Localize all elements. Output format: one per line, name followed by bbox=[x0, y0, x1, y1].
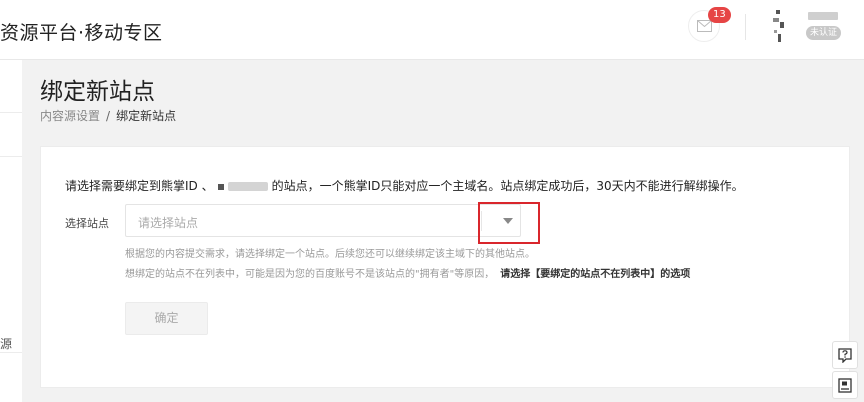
help-button[interactable] bbox=[832, 341, 858, 369]
hint-text-2-body: 想绑定的站点不在列表中，可能是因为您的百度账号不是该站点的"拥有者"等原因， bbox=[125, 269, 495, 280]
site-select-placeholder: 请选择站点 bbox=[138, 216, 199, 230]
feedback-button[interactable] bbox=[832, 371, 858, 399]
help-icon bbox=[838, 348, 852, 363]
dropdown-highlight-box bbox=[478, 202, 540, 244]
sidebar-edge: 源 bbox=[0, 60, 22, 402]
confirm-button[interactable]: 确定 bbox=[125, 302, 208, 335]
message-count-badge[interactable]: 13 bbox=[708, 7, 731, 23]
breadcrumb-parent-link[interactable]: 内容源设置 bbox=[40, 109, 100, 123]
mail-icon bbox=[697, 20, 712, 32]
avatar[interactable] bbox=[770, 10, 790, 42]
sidebar-item-label-fragment[interactable]: 源 bbox=[0, 335, 12, 352]
header-divider bbox=[745, 14, 746, 40]
brand-title[interactable]: 资源平台·移动专区 bbox=[0, 18, 163, 45]
feedback-icon bbox=[838, 378, 852, 393]
page-title: 绑定新站点 bbox=[40, 79, 155, 105]
hint-text-2: 想绑定的站点不在列表中，可能是因为您的百度账号不是该站点的"拥有者"等原因， 请选… bbox=[125, 265, 690, 280]
hint-text-1: 根据您的内容提交需求，请选择绑定一个站点。后续您还可以继续绑定该主域下的其他站点… bbox=[125, 249, 535, 260]
redacted-id-dot bbox=[217, 183, 224, 190]
intro-text: 请选择需要绑定到熊掌ID 、 的站点，一个熊掌ID只能对应一个主域名。站点绑定成功… bbox=[65, 177, 744, 194]
verification-status-badge[interactable]: 未认证 bbox=[806, 26, 842, 40]
breadcrumb-separator: / bbox=[106, 109, 111, 123]
username-redacted bbox=[808, 12, 838, 20]
intro-prefix: 请选择需要绑定到熊掌ID 、 bbox=[65, 179, 214, 193]
breadcrumb: 内容源设置 / 绑定新站点 bbox=[40, 107, 176, 124]
site-select-label: 选择站点 bbox=[65, 217, 109, 230]
breadcrumb-current: 绑定新站点 bbox=[116, 109, 177, 123]
redacted-id bbox=[227, 182, 268, 191]
bind-site-form-card: 请选择需要绑定到熊掌ID 、 的站点，一个熊掌ID只能对应一个主域名。站点绑定成功… bbox=[40, 146, 850, 388]
site-select[interactable]: 请选择站点 bbox=[125, 204, 521, 237]
site-not-listed-hint: 请选择【要绑定的站点不在列表中】的选项 bbox=[500, 269, 691, 280]
top-bar: 资源平台·移动专区 13 未认证 bbox=[0, 0, 864, 60]
intro-suffix: 的站点，一个熊掌ID只能对应一个主域名。站点绑定成功后，30天内不能进行解绑操作… bbox=[271, 179, 744, 193]
